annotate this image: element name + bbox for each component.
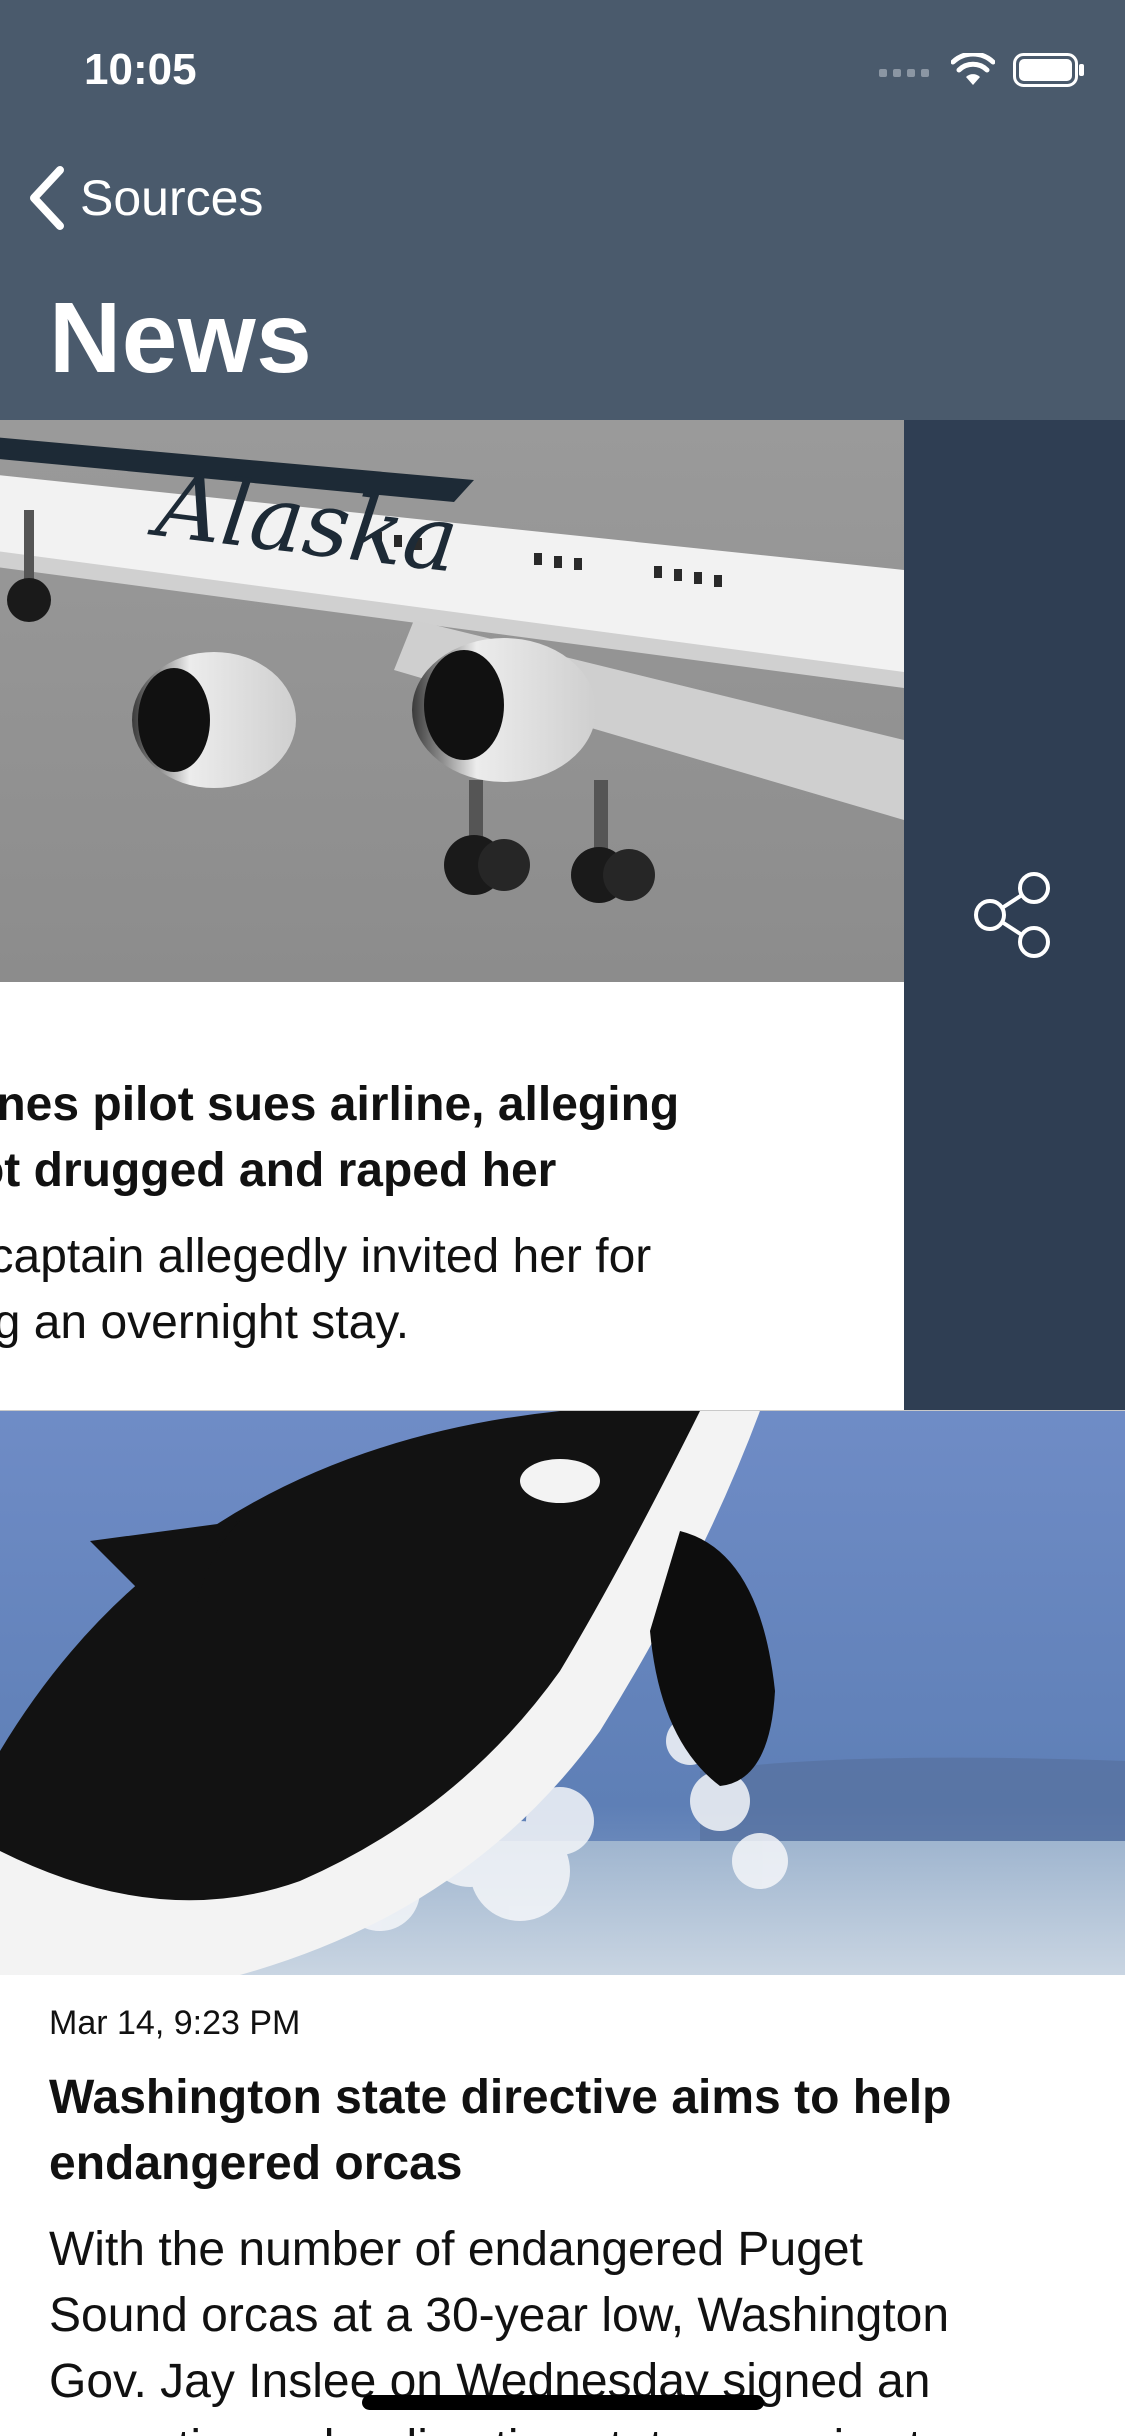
headline-line: Airlines pilot sues airline, alleging xyxy=(0,1078,680,1131)
cellular-signal-icon xyxy=(879,69,929,77)
status-time: 10:05 xyxy=(84,45,197,94)
article-summary: ht's captain allegedly invited her for l… xyxy=(0,1224,884,1356)
back-button[interactable]: Sources xyxy=(26,162,263,234)
article-date: Mar 14, 9:23 PM xyxy=(49,2004,301,2042)
summary-line: Sound orcas at a 30-year low, Washington xyxy=(49,2289,950,2342)
summary-line: executive order directing state agencies… xyxy=(49,2415,1105,2436)
article-card[interactable]: Alaska 34 PM Airl xyxy=(0,420,904,1410)
headline-line: Washington state directive aims to help xyxy=(49,2071,952,2124)
back-button-label: Sources xyxy=(80,170,264,226)
article-row[interactable]: Mar 14, 9:23 PM Washington state directi… xyxy=(0,1410,1125,2436)
article-headline: Airlines pilot sues airline, alleging -p… xyxy=(0,1072,884,1204)
navigation-header: 10:05 Sources News xyxy=(0,0,1125,420)
share-icon xyxy=(973,872,1050,958)
battery-icon xyxy=(1013,53,1084,87)
article-text: 34 PM Airlines pilot sues airline, alleg… xyxy=(0,1008,884,1356)
summary-line: luring an overnight stay. xyxy=(0,1296,410,1349)
share-action-button[interactable] xyxy=(904,420,1125,1410)
summary-line: ht's captain allegedly invited her for xyxy=(0,1230,652,1283)
article-image: Alaska xyxy=(0,420,904,982)
headline-line: -pilot drugged and raped her xyxy=(0,1144,557,1197)
article-image xyxy=(0,1411,1125,1975)
article-date: 34 PM xyxy=(0,1008,884,1052)
article-headline: Washington state directive aims to help … xyxy=(49,2065,1105,2197)
chevron-left-icon xyxy=(30,166,64,230)
article-row[interactable]: Alaska 34 PM Airl xyxy=(0,420,1125,1410)
headline-line: endangered orcas xyxy=(49,2137,463,2190)
home-indicator[interactable] xyxy=(362,2395,764,2410)
summary-line: With the number of endangered Puget xyxy=(49,2223,863,2276)
article-text: Mar 14, 9:23 PM Washington state directi… xyxy=(49,2001,1105,2436)
page-title: News xyxy=(49,282,313,394)
status-icons xyxy=(879,46,1085,94)
wifi-icon xyxy=(951,53,995,85)
